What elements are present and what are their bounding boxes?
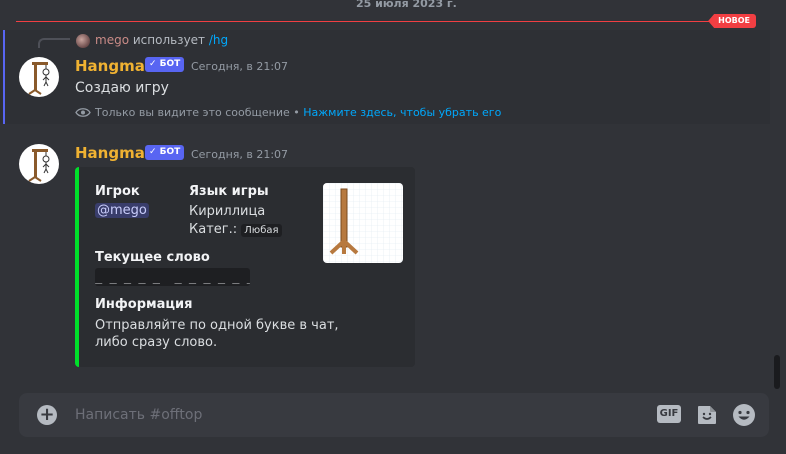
ephemeral-note: Только вы видите это сообщение • Нажмите…: [95, 106, 501, 119]
reply-uses-text: использует: [132, 33, 206, 47]
reply-command[interactable]: /hg: [209, 33, 228, 47]
current-word: _ _ _ _ _ _ _ _ _ _ _: [95, 268, 250, 286]
scrollbar-track[interactable]: [773, 0, 781, 388]
gallows-thumbnail[interactable]: [323, 183, 403, 263]
category-label: Катег.:: [189, 222, 238, 237]
game-embed: Игрок @mego Язык игры Кириллица Катег.: …: [75, 167, 415, 367]
message-input[interactable]: [75, 405, 635, 425]
username[interactable]: Hangman: [75, 144, 156, 162]
info-line-2: либо сразу слово.: [95, 335, 218, 350]
player-mention[interactable]: @mego: [95, 203, 149, 218]
gallows-avatar-icon: [28, 62, 50, 95]
add-attachment-button[interactable]: +: [37, 405, 57, 425]
language-value: Кириллица: [189, 204, 266, 219]
sticker-icon[interactable]: [696, 404, 718, 426]
bot-badge: ✓ БОТ: [145, 57, 185, 72]
gallows-avatar-icon: [28, 149, 50, 182]
emoji-icon[interactable]: [732, 403, 756, 427]
category-value: Любая: [241, 224, 282, 237]
timestamp[interactable]: Сегодня, в 21:07: [191, 148, 288, 161]
message-text: Создаю игру: [75, 80, 169, 96]
category-field: Катег.: Любая: [189, 222, 282, 237]
new-messages-line: [16, 21, 756, 22]
reply-avatar[interactable]: [76, 34, 90, 48]
highlight-bar: [3, 30, 5, 124]
scrollbar-thumb[interactable]: [774, 355, 780, 389]
gif-button[interactable]: GIF: [657, 405, 681, 423]
timestamp[interactable]: Сегодня, в 21:07: [191, 60, 288, 73]
reply-username[interactable]: mego: [95, 33, 129, 47]
ephemeral-text: Только вы видите это сообщение •: [95, 106, 300, 119]
info-label: Информация: [95, 297, 193, 312]
gallows-icon: [323, 183, 403, 263]
language-label: Язык игры: [189, 184, 269, 199]
bot-badge: ✓ БОТ: [145, 145, 185, 160]
info-line-1: Отправляйте по одной букве в чат,: [95, 318, 339, 333]
avatar[interactable]: [19, 57, 59, 97]
date-label: 25 июля 2023 г.: [346, 0, 467, 10]
player-label: Игрок: [95, 184, 140, 199]
username[interactable]: Hangman: [75, 57, 156, 75]
reply-spine: [38, 38, 70, 48]
eye-icon: [75, 108, 91, 117]
new-badge: НОВОЕ: [708, 14, 756, 28]
command-reply-line: mego использует /hg: [95, 33, 228, 47]
date-divider: 25 июля 2023 г. НОВОЕ: [16, 0, 756, 28]
dismiss-link[interactable]: Нажмите здесь, чтобы убрать его: [303, 106, 501, 119]
message-composer: + GIF: [19, 393, 769, 437]
current-word-label: Текущее слово: [95, 250, 210, 265]
avatar[interactable]: [19, 144, 59, 184]
